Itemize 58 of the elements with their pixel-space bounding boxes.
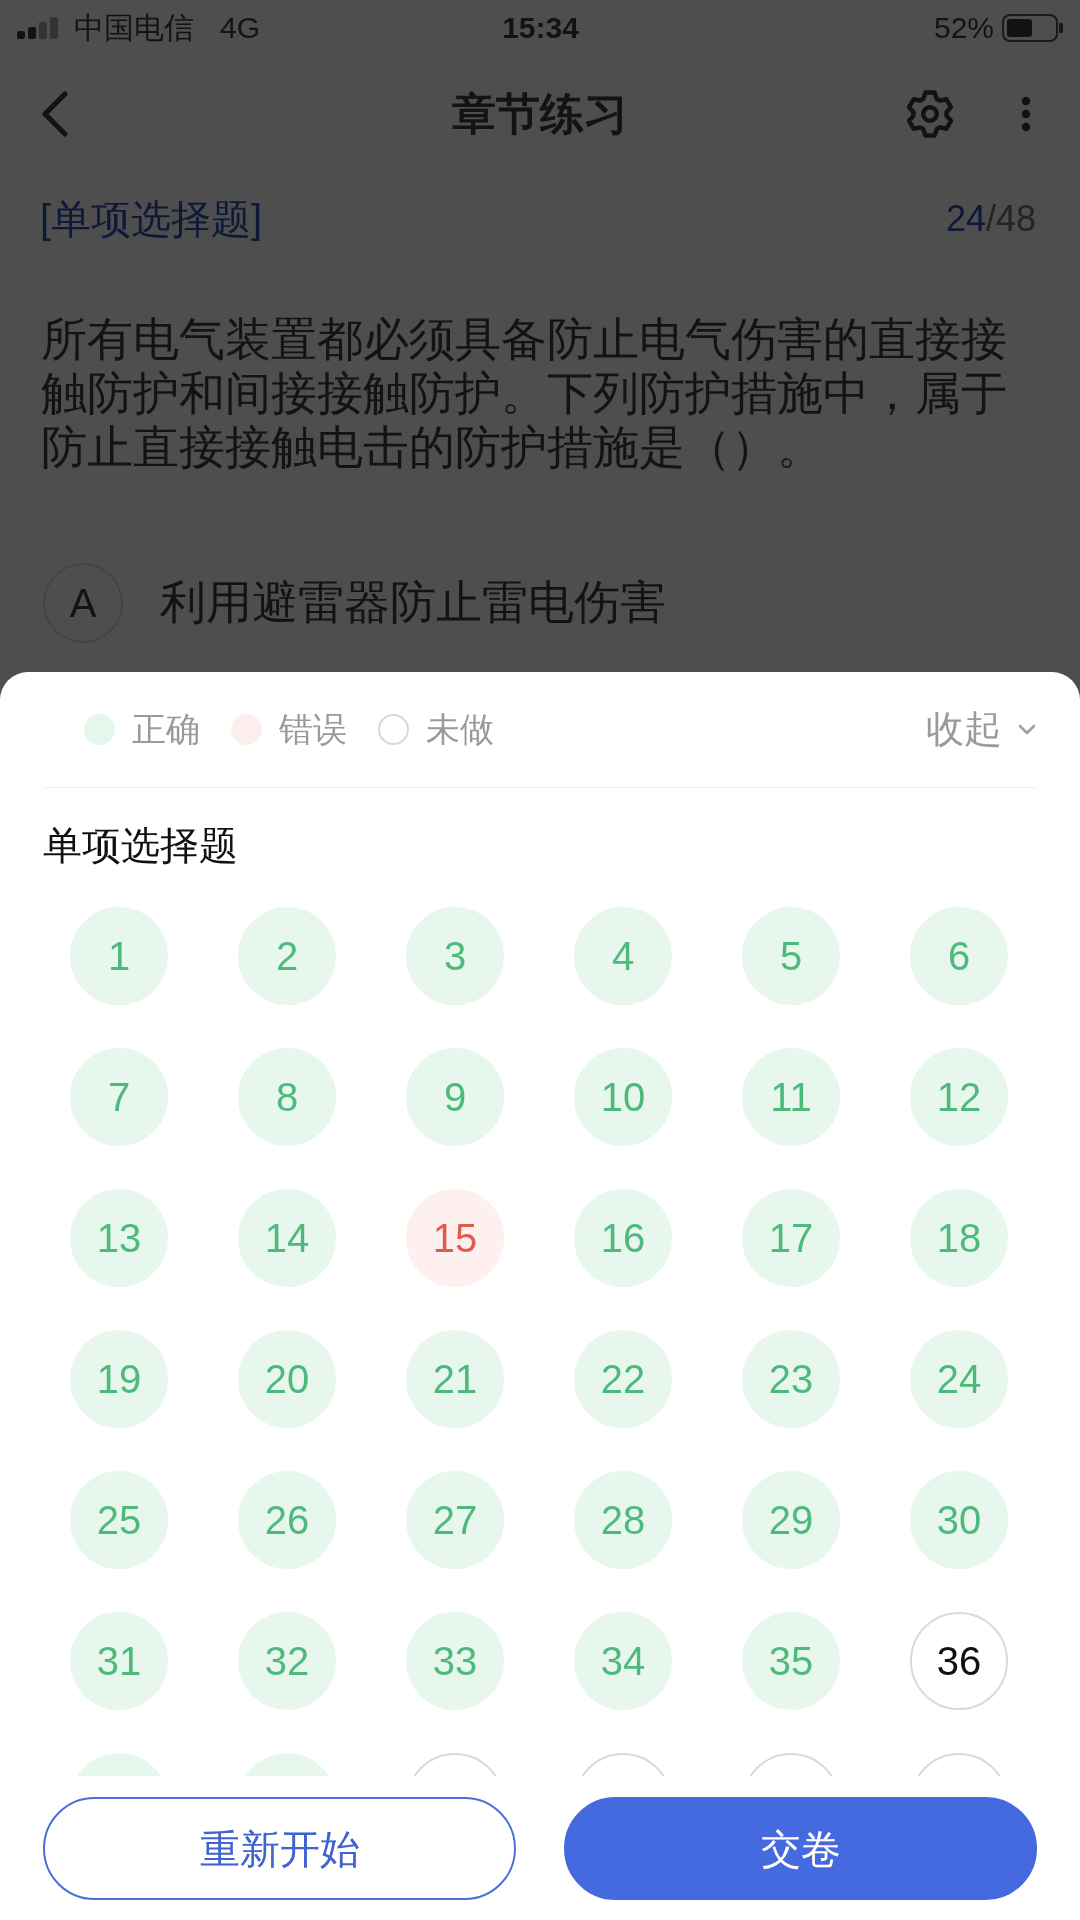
question-text: 所有电气装置都必须具备防止电气伤害的直接接触防护和间接接触防护。下列防护措施中，属于防止直接接触电击的防护措施是（）。 — [41, 312, 1008, 474]
question-number-button[interactable]: 27 — [406, 1471, 504, 1569]
section-title: 单项选择题 — [42, 823, 239, 869]
page-title: 章节练习 — [452, 87, 628, 140]
question-number-button[interactable]: 2 — [238, 907, 336, 1005]
question-number-button[interactable]: 28 — [574, 1471, 672, 1569]
more-icon[interactable] — [1021, 96, 1031, 132]
network-type: 4G — [220, 10, 261, 46]
question-number-button[interactable]: 36 — [910, 1612, 1008, 1710]
collapse-button[interactable]: 收起 — [926, 706, 1036, 753]
question-number-button[interactable]: 22 — [574, 1330, 672, 1428]
battery-percentage: 52% — [933, 10, 994, 46]
question-number-button[interactable]: 26 — [238, 1471, 336, 1569]
question-number-button[interactable]: 35 — [742, 1612, 840, 1710]
question-number-button[interactable]: 12 — [910, 1048, 1008, 1146]
question-number-button[interactable]: 6 — [910, 907, 1008, 1005]
legend-label: 错误 — [279, 709, 347, 750]
question-number-button[interactable]: 19 — [70, 1330, 168, 1428]
restart-button[interactable]: 重新开始 — [43, 1797, 516, 1900]
question-number-button[interactable]: 23 — [742, 1330, 840, 1428]
question-number-button[interactable]: 15 — [406, 1189, 504, 1287]
question-number-button[interactable]: 33 — [406, 1612, 504, 1710]
question-number-button[interactable]: 32 — [238, 1612, 336, 1710]
question-number-button[interactable]: 8 — [238, 1048, 336, 1146]
question-number-button[interactable]: 24 — [910, 1330, 1008, 1428]
question-number-button[interactable]: 3 — [406, 907, 504, 1005]
question-number-button[interactable]: 9 — [406, 1048, 504, 1146]
chevron-down-icon — [1018, 724, 1036, 735]
question-number-button[interactable]: 16 — [574, 1189, 672, 1287]
question-number-button[interactable]: 25 — [70, 1471, 168, 1569]
option-text[interactable]: 利用避雷器防止雷电伤害 — [160, 575, 666, 631]
question-number-button[interactable]: 4 — [574, 907, 672, 1005]
question-number-button[interactable]: 31 — [70, 1612, 168, 1710]
battery-icon — [1002, 14, 1064, 42]
question-number-button[interactable]: 10 — [574, 1048, 672, 1146]
question-number-button[interactable]: 17 — [742, 1189, 840, 1287]
question-number-button[interactable]: 14 — [238, 1189, 336, 1287]
settings-icon[interactable] — [906, 90, 954, 138]
question-number-button[interactable]: 11 — [742, 1048, 840, 1146]
question-number-button[interactable]: 5 — [742, 907, 840, 1005]
question-number-button[interactable]: 18 — [910, 1189, 1008, 1287]
question-number-button[interactable]: 13 — [70, 1189, 168, 1287]
carrier-name: 中国电信 — [74, 10, 194, 46]
question-number-button[interactable]: 20 — [238, 1330, 336, 1428]
question-number-button[interactable]: 30 — [910, 1471, 1008, 1569]
question-number-button[interactable]: 7 — [70, 1048, 168, 1146]
question-number-button[interactable]: 34 — [574, 1612, 672, 1710]
question-number-button[interactable]: 1 — [70, 907, 168, 1005]
submit-button[interactable]: 交卷 — [564, 1797, 1037, 1900]
question-number-button[interactable]: 29 — [742, 1471, 840, 1569]
question-number-button[interactable]: 21 — [406, 1330, 504, 1428]
back-icon[interactable] — [41, 91, 69, 137]
clock-time: 15:34 — [502, 10, 579, 46]
signal-icon — [17, 17, 61, 39]
question-type-label: [单项选择题] — [40, 196, 263, 242]
legend-label: 正确 — [132, 709, 200, 750]
option-letter[interactable]: A — [43, 563, 123, 643]
legend-label: 未做 — [426, 709, 494, 750]
